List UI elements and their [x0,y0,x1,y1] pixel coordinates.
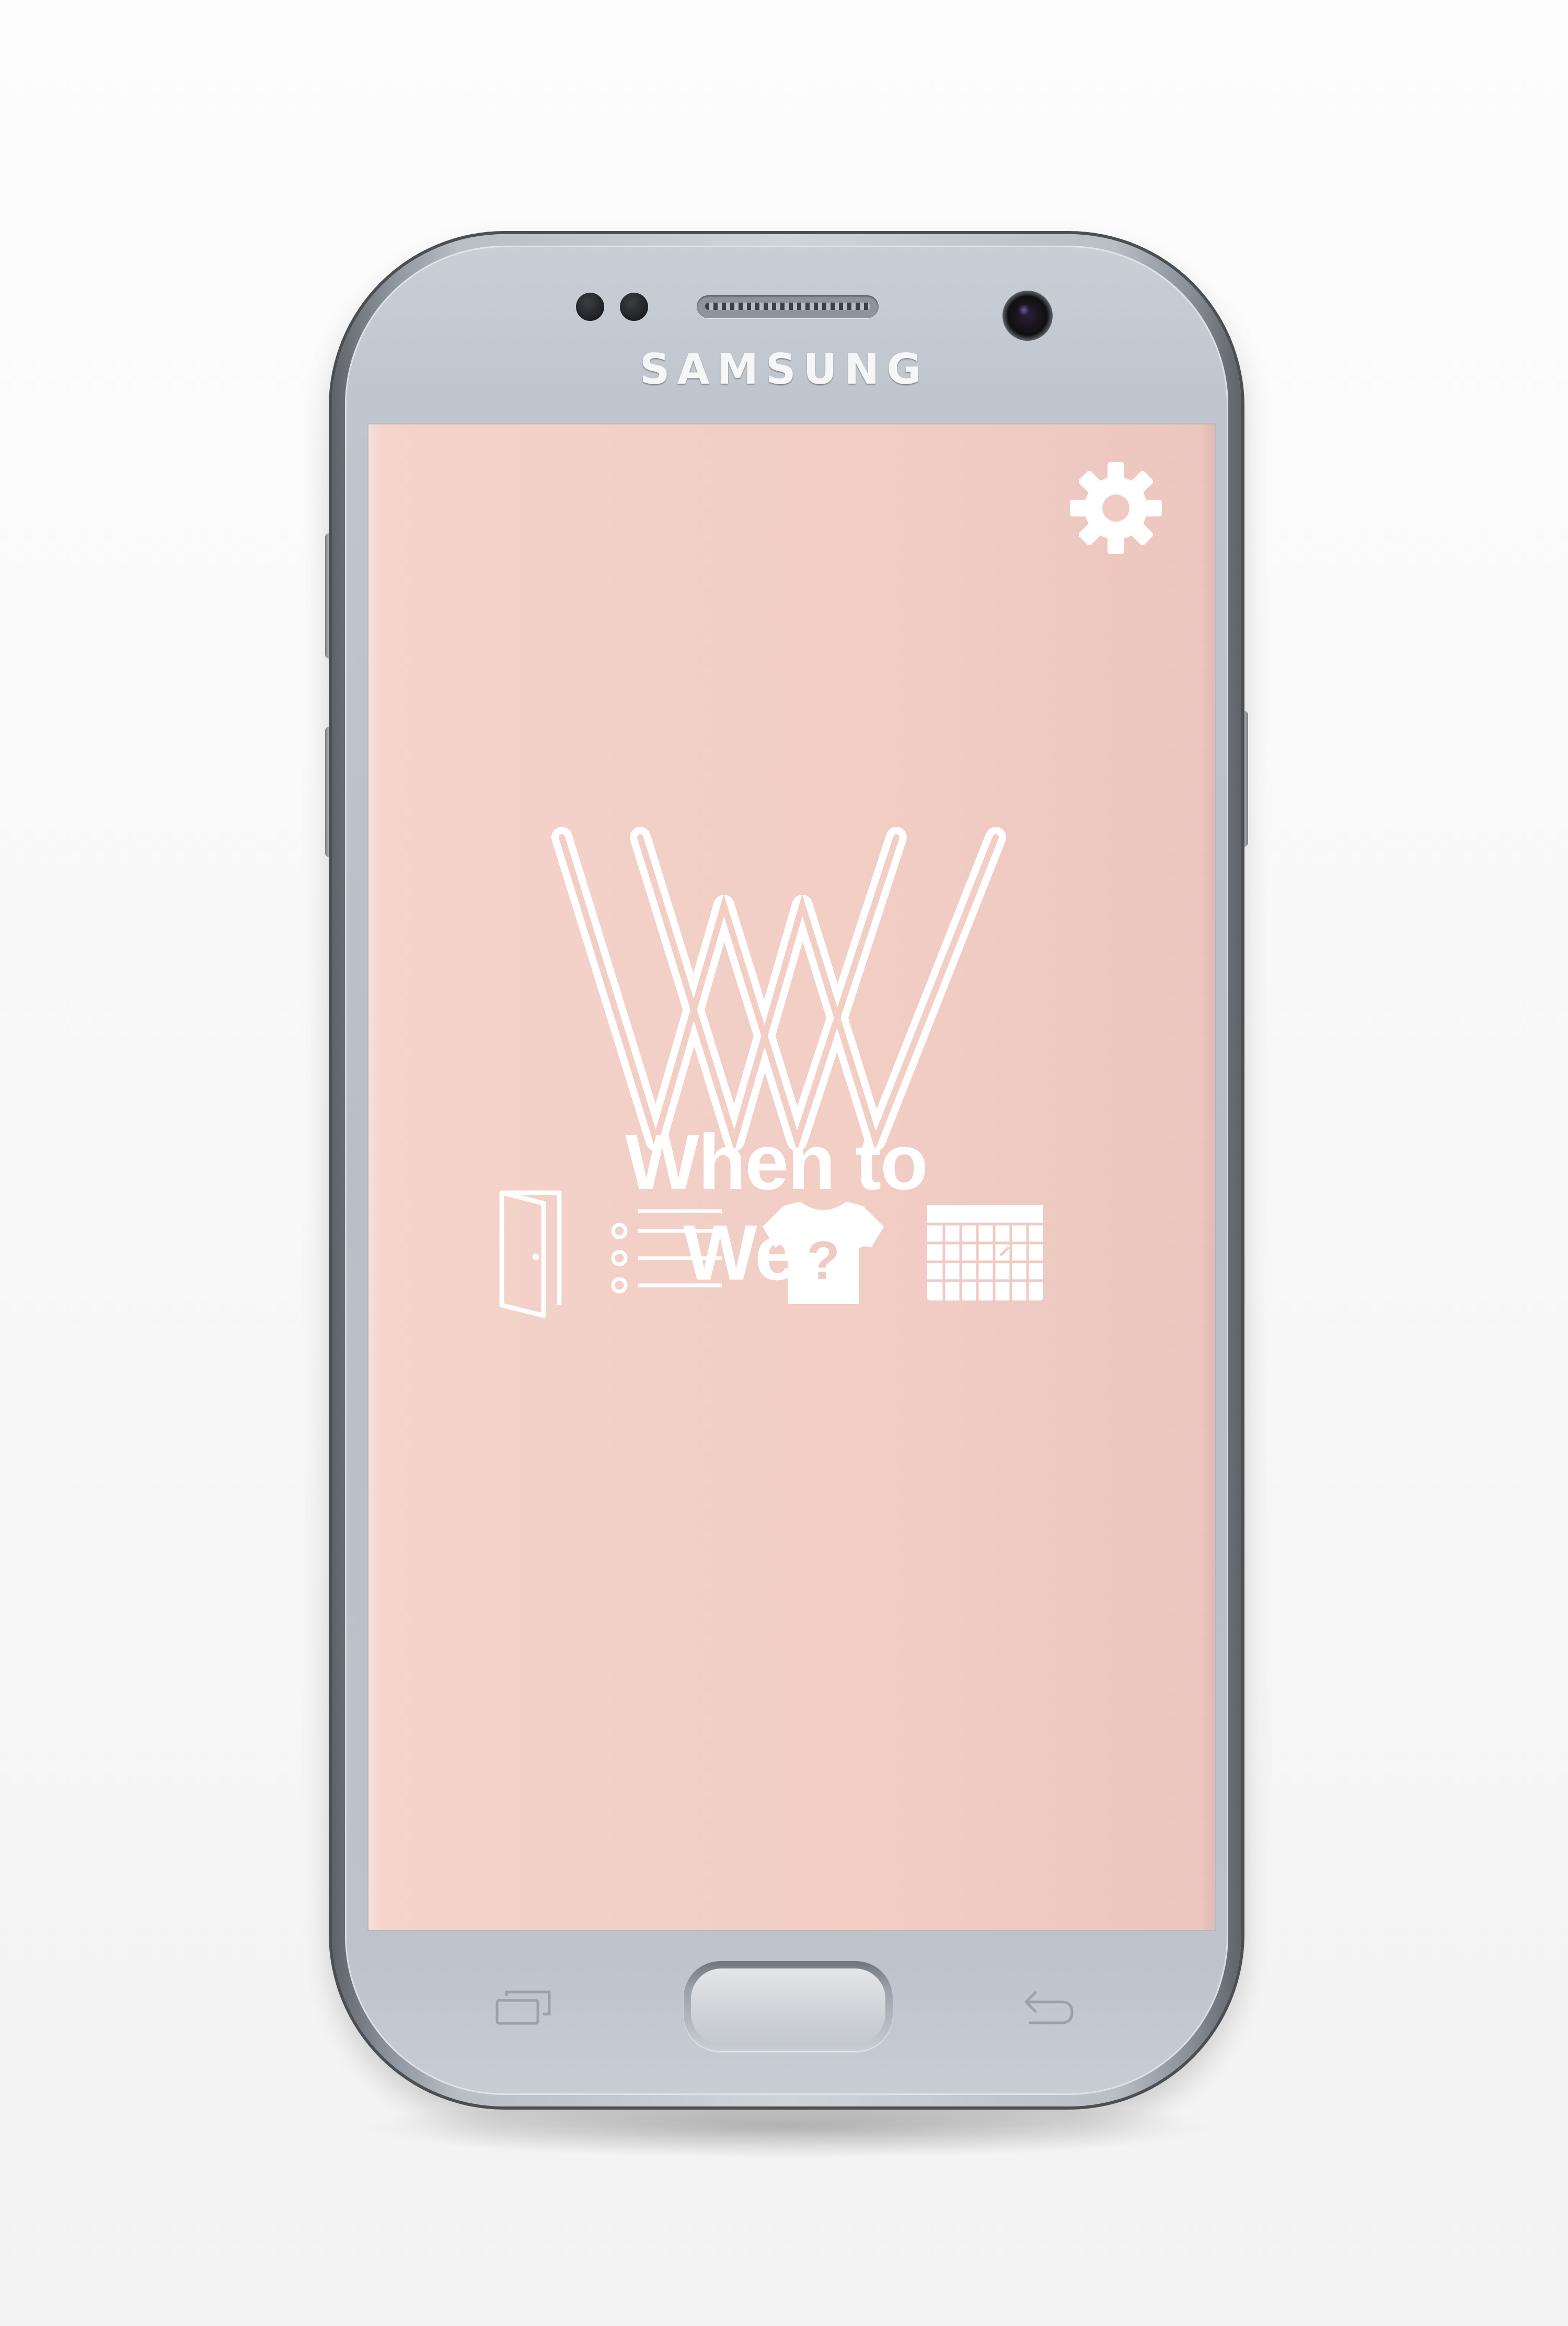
gear-icon [1070,462,1162,554]
earpiece-speaker [697,295,879,318]
svg-text:?: ? [806,1230,840,1291]
w-monogram-logo [551,827,1006,1152]
recent-apps-icon [495,1990,551,2025]
screen-edge-left [368,424,383,1930]
proximity-sensor [576,293,604,321]
home-key[interactable] [684,1961,893,2051]
nav-item-outfit[interactable]: ? [755,1185,891,1321]
light-sensor [620,293,648,321]
nav-item-calendar[interactable] [917,1185,1053,1321]
settings-button[interactable] [1064,456,1168,560]
screen-edge-right [1201,424,1215,1930]
shirt-question-icon: ? [763,1202,884,1304]
bottom-nav: ? [483,1185,1100,1321]
speaker-grill [705,303,870,310]
list-icon [611,1209,722,1294]
nav-item-list[interactable] [604,1185,729,1321]
front-camera [1002,291,1053,341]
back-arrow-icon [1024,1991,1074,2024]
nav-item-door[interactable] [483,1185,578,1321]
app-screen: When to Wear ? [368,424,1215,1930]
door-icon [499,1190,562,1318]
calendar-icon [927,1205,1043,1300]
recent-apps-key[interactable] [487,1981,560,2033]
back-key[interactable] [1012,1981,1085,2033]
home-key-surface [691,1968,885,2044]
device-brand-label: SAMSUNG [639,345,929,394]
mockup-stage: SAMSUNG When to Wear ? [0,0,1568,2326]
